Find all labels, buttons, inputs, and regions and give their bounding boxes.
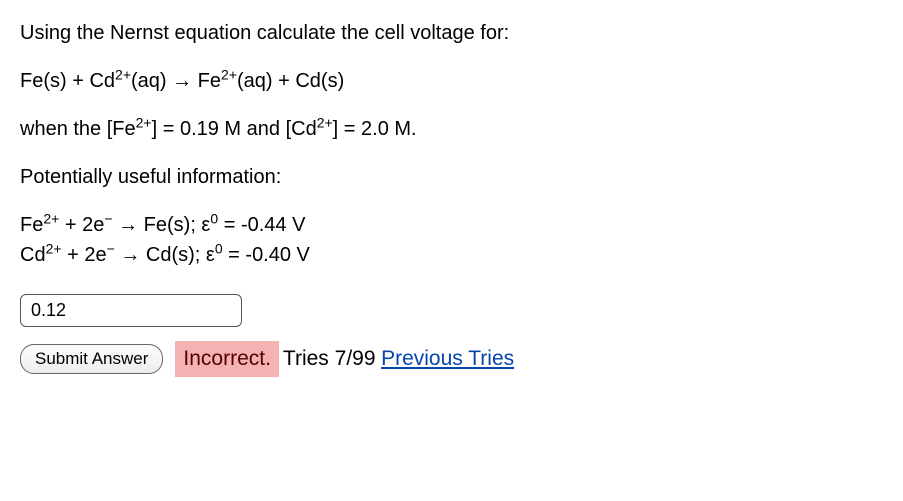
charge-2plus: 2+ <box>43 210 59 226</box>
submit-answer-button[interactable]: Submit Answer <box>20 344 163 374</box>
fe-pre: Fe <box>20 214 43 236</box>
conditions-text: when the [Fe2+] = 0.19 M and [Cd2+] = 2.… <box>20 114 883 144</box>
reaction-part2: (aq) → Fe <box>131 70 221 92</box>
condition-part2: ] = 0.19 M and [Cd <box>152 118 317 140</box>
charge-2plus: 2+ <box>317 114 333 130</box>
fe-half-reaction: Fe2+ + 2e− → Fe(s); ε0 = -0.44 V <box>20 210 883 240</box>
charge-2plus: 2+ <box>115 66 131 82</box>
incorrect-badge: Incorrect. <box>175 341 279 377</box>
tries-text: Tries 7/99 <box>283 343 376 375</box>
sup-zero: 0 <box>215 240 223 256</box>
reaction-part3: (aq) + Cd(s) <box>237 70 344 92</box>
condition-part1: when the [Fe <box>20 118 136 140</box>
cd-half-reaction: Cd2+ + 2e− → Cd(s); ε0 = -0.40 V <box>20 240 883 270</box>
charge-2plus: 2+ <box>136 114 152 130</box>
charge-2plus: 2+ <box>46 240 62 256</box>
cd-pre: Cd <box>20 244 46 266</box>
fe-mid1: + 2e <box>59 214 104 236</box>
question-prompt: Using the Nernst equation calculate the … <box>20 18 883 48</box>
reaction-equation: Fe(s) + Cd2+(aq) → Fe2+(aq) + Cd(s) <box>20 66 883 96</box>
info-header: Potentially useful information: <box>20 162 883 192</box>
fe-post: = -0.44 V <box>218 214 305 236</box>
charge-minus: − <box>104 210 112 226</box>
charge-2plus: 2+ <box>221 66 237 82</box>
condition-part3: ] = 2.0 M. <box>333 118 417 140</box>
footer-row: Submit Answer Incorrect. Tries 7/99 Prev… <box>20 341 883 377</box>
cd-post: = -0.40 V <box>223 244 310 266</box>
cd-mid1: + 2e <box>62 244 107 266</box>
fe-mid2: → Fe(s); ε <box>113 214 211 236</box>
charge-minus: − <box>107 240 115 256</box>
reaction-part1: Fe(s) + Cd <box>20 70 115 92</box>
previous-tries-link[interactable]: Previous Tries <box>381 343 514 375</box>
answer-input[interactable] <box>20 294 242 327</box>
cd-mid2: → Cd(s); ε <box>115 244 215 266</box>
sup-zero: 0 <box>210 210 218 226</box>
